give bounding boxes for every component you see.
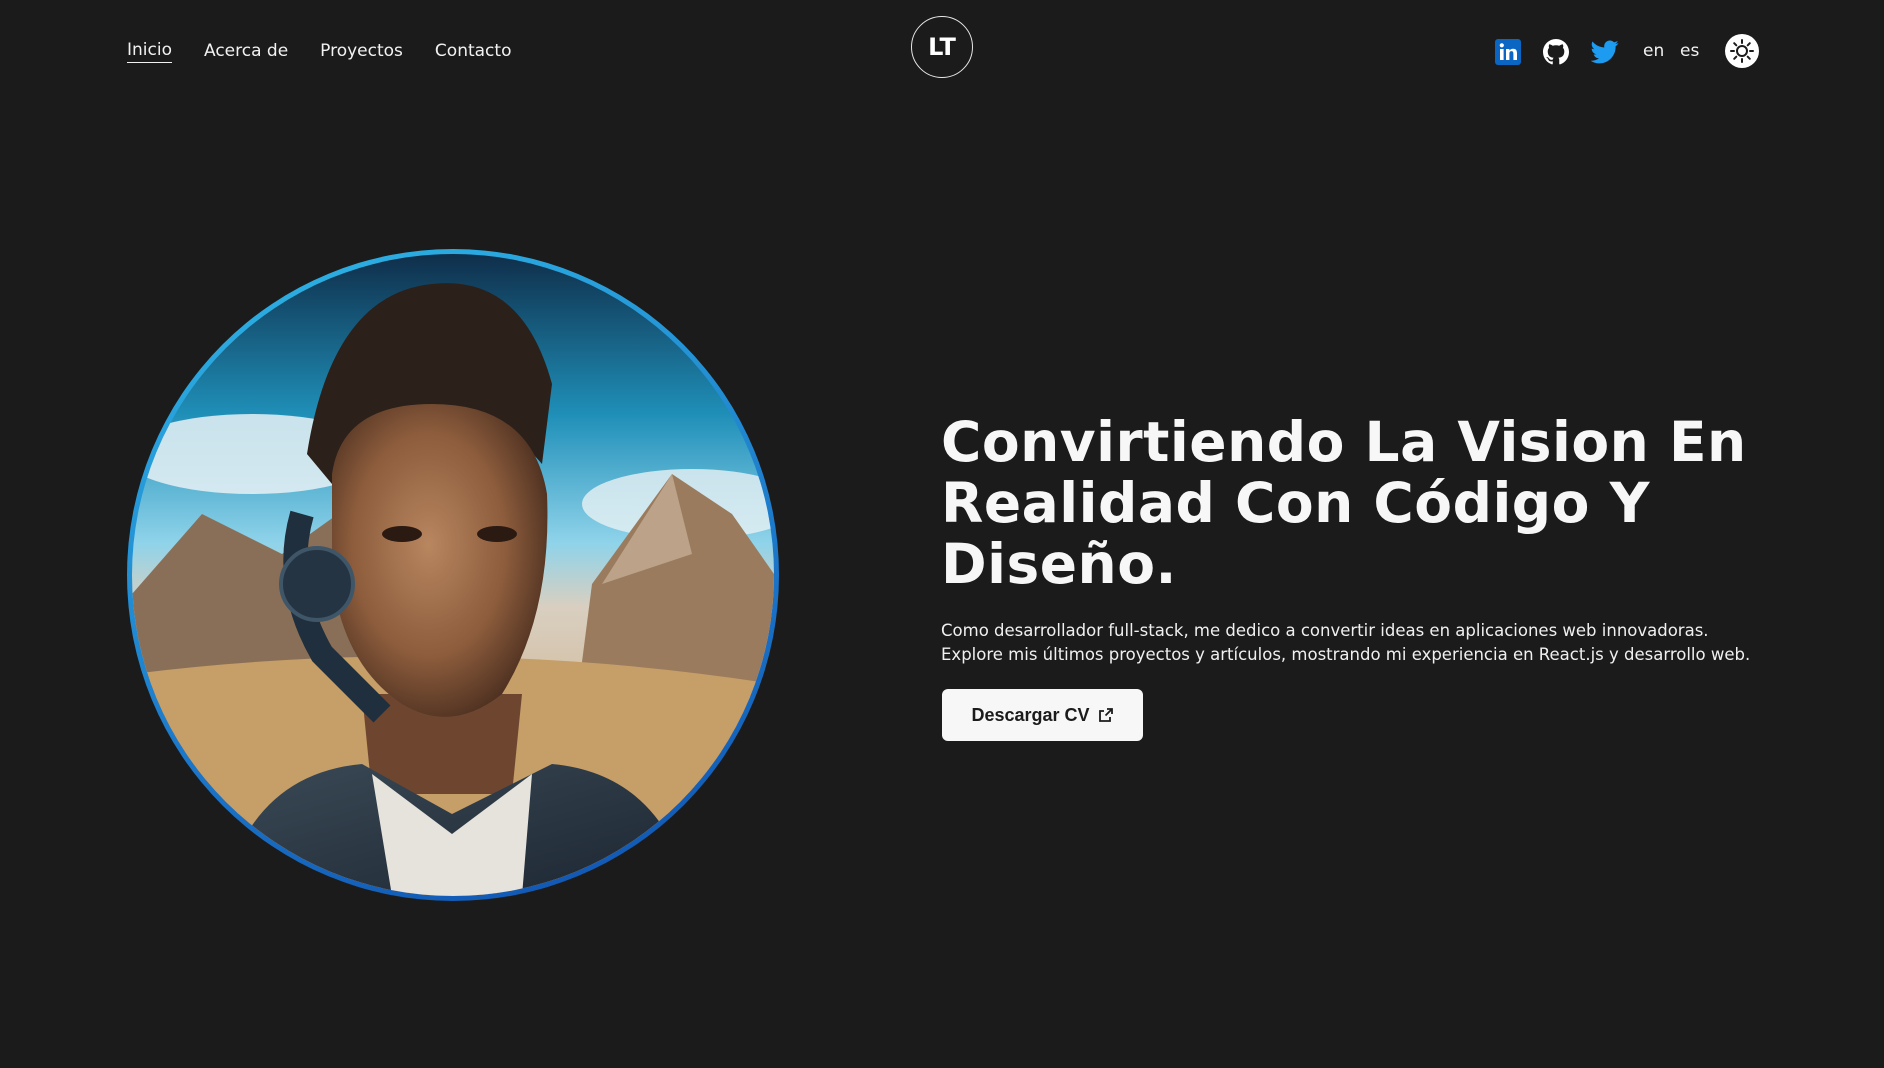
profile-avatar-ring: [127, 249, 779, 901]
github-icon: [1543, 39, 1569, 65]
lang-en[interactable]: en: [1643, 41, 1664, 61]
nav-link-contacto[interactable]: Contacto: [435, 41, 512, 63]
download-cv-button[interactable]: Descargar CV: [942, 689, 1143, 741]
site-logo[interactable]: LT: [911, 16, 973, 78]
linkedin-icon: [1495, 39, 1521, 65]
theme-toggle-button[interactable]: [1725, 34, 1759, 68]
twitter-icon: [1591, 40, 1619, 64]
hero-description: Como desarrollador full-stack, me dedico…: [941, 621, 1751, 664]
github-link[interactable]: [1542, 37, 1570, 67]
hero-title: Convirtiendo La Vision En Realidad Con C…: [941, 410, 1747, 596]
nav-link-acerca-de[interactable]: Acerca de: [204, 41, 288, 63]
download-cv-label: Descargar CV: [971, 704, 1090, 725]
page: Inicio Acerca de Proyectos Contacto LT e…: [0, 0, 1884, 1068]
profile-portrait-image: [132, 254, 774, 896]
linkedin-link[interactable]: [1494, 37, 1522, 67]
sun-icon: [1730, 39, 1754, 63]
nav-link-inicio[interactable]: Inicio: [127, 40, 172, 63]
profile-avatar: [132, 254, 774, 896]
external-link-icon: [1098, 708, 1113, 722]
nav-link-proyectos[interactable]: Proyectos: [320, 41, 403, 63]
twitter-link[interactable]: [1590, 37, 1620, 67]
main-nav: Inicio Acerca de Proyectos Contacto: [127, 40, 511, 63]
lang-es[interactable]: es: [1680, 41, 1699, 61]
